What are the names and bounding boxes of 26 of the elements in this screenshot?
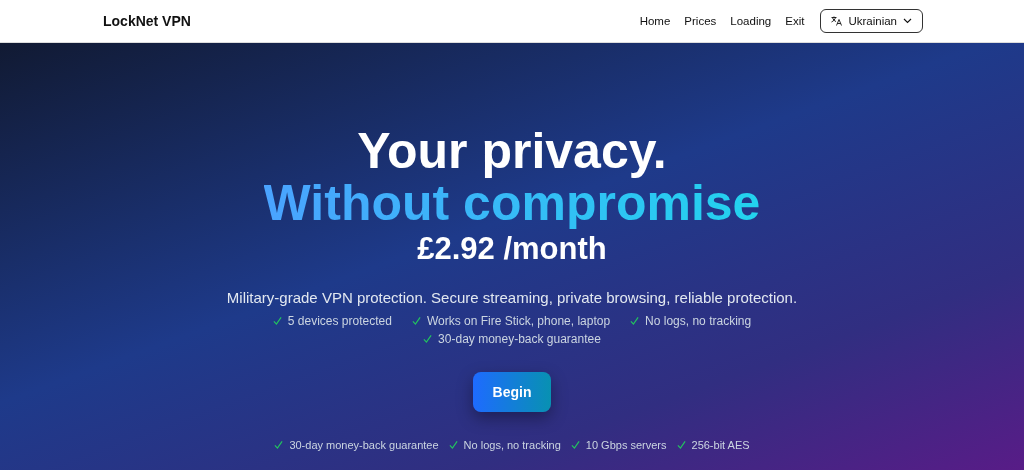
feature-text: 30-day money-back guarantee	[438, 332, 601, 346]
feature-text: 5 devices protected	[287, 314, 392, 328]
check-icon	[630, 316, 640, 326]
nav-link[interactable]: Prices	[684, 15, 717, 27]
feature-text: Works on Fire Stick, phone, laptop	[426, 314, 611, 328]
hero-title: Your privacy.	[357, 125, 667, 177]
chevron-down-icon	[903, 18, 912, 24]
feature-text: No logs, no tracking	[463, 439, 561, 451]
translate-icon	[831, 16, 843, 26]
check-icon	[272, 316, 282, 326]
check-icon	[274, 440, 284, 450]
language-button[interactable]: Ukrainian	[820, 9, 923, 33]
hero-subtitle: Military-grade VPN protection. Secure streaming, private browsing, reliable protection.	[226, 289, 798, 306]
check-icon	[570, 440, 580, 450]
feature-text: 10 Gbps servers	[585, 439, 667, 451]
brand-name[interactable]: LockNet VPN	[103, 13, 640, 29]
price: £2.92 /month	[417, 231, 607, 267]
begin-button[interactable]: Begin	[472, 372, 552, 412]
check-icon	[676, 440, 686, 450]
nav-link[interactable]: Home	[639, 15, 671, 27]
nav-link[interactable]: Loading	[730, 15, 772, 27]
feature-text: No logs, no tracking	[645, 314, 752, 328]
check-icon	[448, 440, 458, 450]
feature-text: 30-day money-back guarantee	[289, 439, 439, 451]
nav-link[interactable]: Exit	[785, 15, 805, 27]
feature-text: 256-bit AES	[691, 439, 750, 451]
